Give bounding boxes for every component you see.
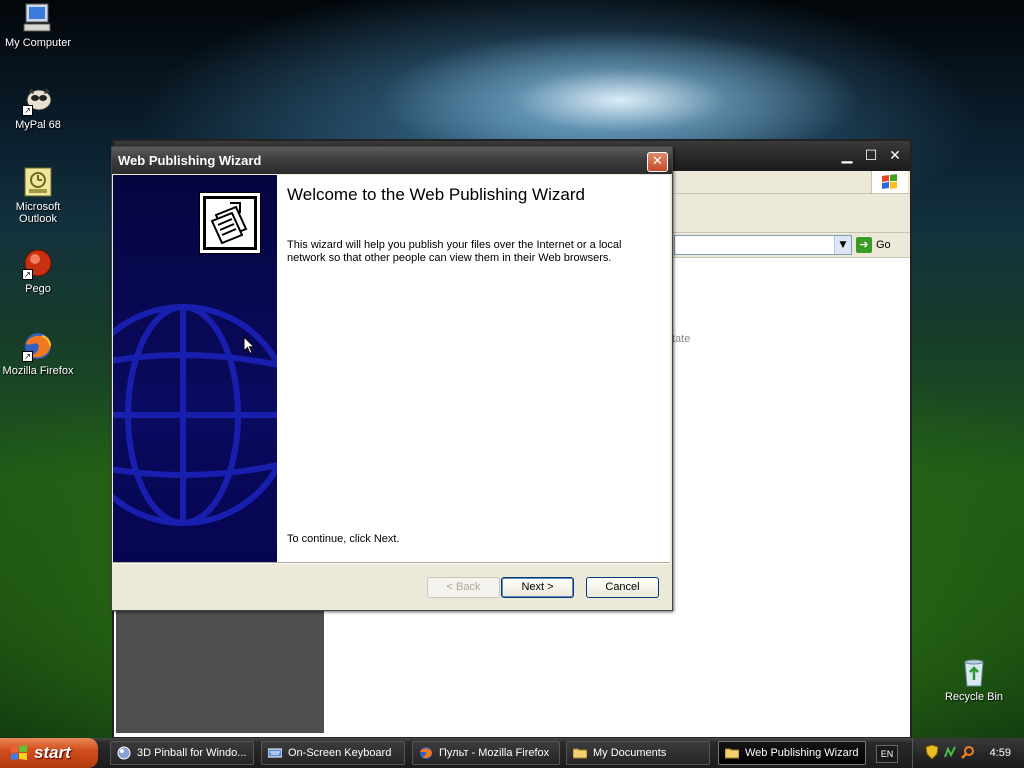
firefox-icon: ↗: [22, 330, 54, 362]
mouse-cursor-icon: [243, 336, 255, 355]
network-icon[interactable]: [943, 745, 957, 759]
desktop-icon-label: Pego: [25, 283, 51, 295]
outlook-icon: [22, 166, 54, 198]
taskbar-item-label: My Documents: [593, 747, 667, 759]
start-label: start: [34, 743, 71, 762]
desktop-icon-label: Mozilla Firefox: [2, 365, 74, 377]
keyboard-icon: [268, 748, 282, 758]
cancel-button[interactable]: Cancel: [586, 577, 659, 598]
minimize-button[interactable]: ▁: [838, 147, 856, 165]
security-shield-icon[interactable]: [925, 745, 939, 759]
desktop-icon-outlook[interactable]: Microsoft Outlook: [0, 166, 76, 225]
wizard-sidebar: [113, 175, 277, 562]
taskbar-item-label: Пульт - Mozilla Firefox: [439, 747, 550, 759]
language-indicator[interactable]: EN: [876, 745, 898, 763]
taskbar-item-web-publishing-wizard[interactable]: Web Publishing Wizard: [718, 741, 866, 765]
chevron-down-icon[interactable]: ▼: [834, 236, 851, 254]
close-button[interactable]: ✕: [647, 152, 668, 172]
pego-icon: ↗: [22, 248, 54, 280]
desktop-icon-label: My Computer: [4, 37, 72, 49]
go-label: Go: [876, 239, 891, 251]
address-input[interactable]: ▼: [674, 235, 852, 255]
desktop-icon-mypal[interactable]: ↗ MyPal 68: [0, 84, 76, 131]
start-button[interactable]: start: [0, 738, 98, 768]
next-button[interactable]: Next >: [501, 577, 574, 598]
mypal-icon: ↗: [22, 84, 54, 116]
wizard-title: Web Publishing Wizard: [118, 153, 262, 168]
desktop-icon-label: Microsoft Outlook: [15, 201, 61, 225]
taskbar-item-firefox[interactable]: Пульт - Mozilla Firefox: [412, 741, 560, 765]
back-button[interactable]: < Back: [427, 577, 500, 598]
system-tray: 4:59: [912, 738, 1024, 768]
wizard-titlebar[interactable]: Web Publishing Wizard ✕: [112, 147, 672, 174]
search-icon[interactable]: [961, 745, 975, 759]
web-publishing-wizard-dialog: Web Publishing Wizard ✕ Welcome to the W…: [111, 146, 673, 611]
web-publishing-icon: [199, 192, 261, 254]
taskbar-item-label: On-Screen Keyboard: [288, 747, 392, 759]
folder-icon: [725, 748, 739, 759]
wizard-description: This wizard will help you publish your f…: [287, 239, 622, 264]
go-arrow-icon: ➜: [856, 237, 872, 254]
shortcut-arrow-icon: ↗: [22, 269, 33, 280]
my-computer-icon: [22, 2, 54, 34]
taskbar-item-label: Web Publishing Wizard: [745, 747, 859, 759]
desktop-icon-label: MyPal 68: [15, 119, 61, 131]
taskbar-item-my-documents[interactable]: My Documents: [566, 741, 710, 765]
desktop-icon-pego[interactable]: ↗ Pego: [0, 248, 76, 295]
desktop-icon-recycle-bin[interactable]: Recycle Bin: [936, 656, 1012, 703]
maximize-button[interactable]: ☐: [862, 147, 880, 165]
shortcut-arrow-icon: ↗: [22, 105, 33, 116]
pinball-icon: [117, 746, 131, 760]
partial-text: tate: [672, 333, 691, 345]
desktop-icon-my-computer[interactable]: My Computer: [0, 2, 76, 49]
close-button[interactable]: ✕: [886, 147, 904, 165]
wizard-content: Welcome to the Web Publishing Wizard Thi…: [277, 175, 670, 562]
windows-logo-icon: [871, 171, 908, 193]
desktop-icon-firefox[interactable]: ↗ Mozilla Firefox: [0, 330, 76, 377]
button-divider: [113, 562, 670, 564]
taskbar: start 3D Pinball for Windo... On-Screen …: [0, 738, 1024, 768]
wizard-heading: Welcome to the Web Publishing Wizard: [287, 185, 585, 204]
clock[interactable]: 4:59: [990, 738, 1011, 768]
explorer-left-pane: [116, 609, 324, 733]
shortcut-arrow-icon: ↗: [22, 351, 33, 362]
wizard-continue-text: To continue, click Next.: [287, 533, 400, 545]
go-button[interactable]: ➜ Go: [856, 235, 900, 255]
firefox-icon: [420, 747, 432, 759]
recycle-bin-icon: [958, 656, 990, 688]
taskbar-item-label: 3D Pinball for Windo...: [137, 747, 247, 759]
taskbar-item-on-screen-keyboard[interactable]: On-Screen Keyboard: [261, 741, 405, 765]
taskbar-item-pinball[interactable]: 3D Pinball for Windo...: [110, 741, 254, 765]
windows-flag-icon: [11, 745, 27, 760]
desktop-icon-label: Recycle Bin: [944, 691, 1004, 703]
folder-icon: [573, 748, 587, 759]
